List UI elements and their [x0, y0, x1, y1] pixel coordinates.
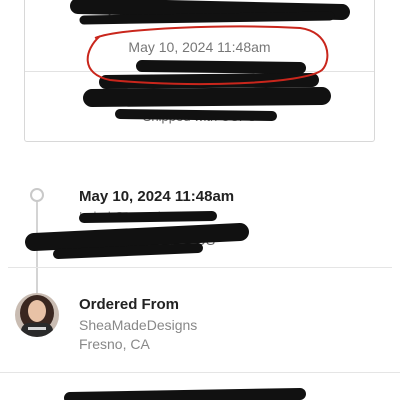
card-carrier-line: Shipped with USPS — [142, 109, 257, 124]
shop-avatar[interactable] — [15, 293, 59, 337]
event-location: Fresno, CA 93720 US — [79, 232, 216, 248]
card-detail-line: 07 Dec 2024 — [156, 92, 243, 109]
section-divider — [8, 267, 392, 268]
ordered-from-label: Ordered From — [79, 296, 180, 313]
shop-location: Fresno, CA — [79, 336, 150, 352]
shipping-info-card: Fresno, CA 93720 US May 10, 2024 11:48am… — [24, 0, 375, 142]
timeline-dot — [30, 188, 44, 202]
section-divider-bottom — [0, 372, 400, 373]
timeline-line — [36, 200, 38, 296]
shop-name-link[interactable]: SheaMadeDesigns — [79, 317, 197, 333]
event-date: May 10, 2024 11:48am — [79, 188, 235, 205]
card-divider — [25, 71, 374, 72]
card-date: May 10, 2024 11:48am — [128, 39, 271, 55]
delivery-address: Fresno, CA 93720 US — [107, 3, 292, 24]
event-status: Label Created — [79, 209, 161, 224]
